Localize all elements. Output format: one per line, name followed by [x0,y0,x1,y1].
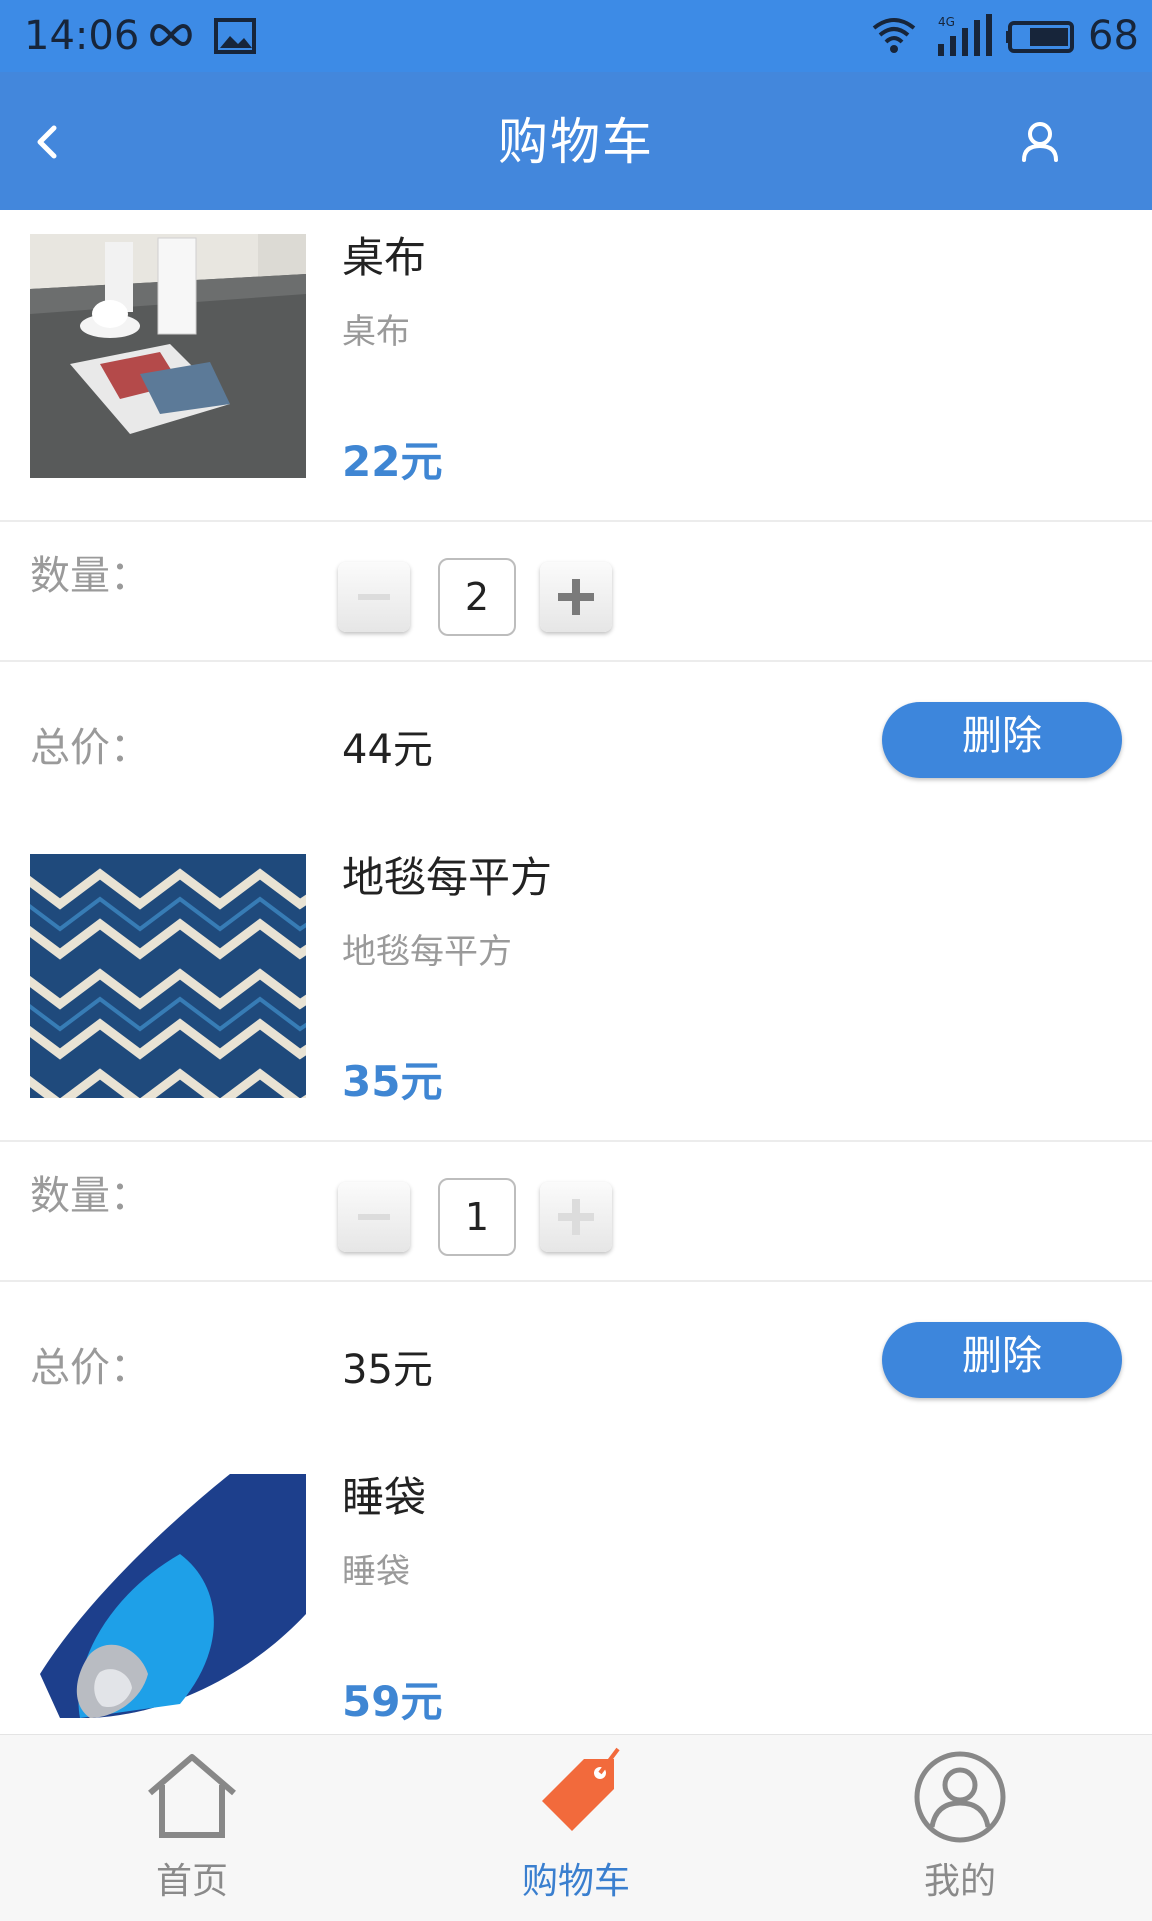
product-image-carpet [30,854,306,1098]
quantity-label: 数量： [30,1173,150,1219]
total-value: 35元 [342,1347,433,1393]
product-description: 睡袋 [342,1552,410,1592]
app-bar: 购物车 [0,72,1152,210]
increase-quantity-button[interactable] [540,562,612,632]
nav-item-home[interactable]: 首页 [0,1735,384,1921]
product-price: 22元 [342,437,443,486]
product-row[interactable]: 睡袋 睡袋 59元 [0,1450,1152,1734]
delete-button[interactable]: 删除 [882,702,1122,778]
decrease-quantity-button[interactable] [338,1182,410,1252]
battery-level: 68 [1088,13,1139,59]
product-description: 桌布 [342,312,410,352]
quantity-label: 数量： [30,553,150,599]
minus-icon [358,594,390,600]
plus-icon [558,579,594,615]
product-image-sleeping-bag [30,1474,306,1718]
plus-icon [558,1199,594,1235]
product-image-tablecloth [30,234,306,478]
price-tag-icon [542,1747,620,1831]
minus-icon [358,1214,390,1220]
product-price: 35元 [342,1057,443,1106]
total-label: 总价： [30,1345,150,1391]
increase-quantity-button[interactable] [540,1182,612,1252]
nav-label-cart: 购物车 [521,1861,630,1902]
product-name: 桌布 [342,233,427,282]
quantity-input[interactable]: 2 [438,558,516,636]
page-title: 购物车 [498,113,654,171]
product-row[interactable]: 地毯每平方 地毯每平方 35元 [0,830,1152,1142]
home-icon [148,1754,236,1838]
total-label: 总价： [30,725,150,771]
decrease-quantity-button[interactable] [338,562,410,632]
total-value: 44元 [342,727,433,773]
svg-text:4G: 4G [938,15,955,29]
nav-label-home: 首页 [155,1861,228,1902]
nav-label-profile: 我的 [923,1861,996,1902]
quantity-row: 数量： 1 [0,1142,1152,1282]
product-name: 地毯每平方 [342,853,553,902]
signal-icon: 4G [938,14,992,56]
nav-item-profile[interactable]: 我的 [768,1735,1152,1921]
image-icon [214,18,256,54]
product-price: 59元 [342,1677,443,1726]
delete-button[interactable]: 删除 [882,1322,1122,1398]
product-name: 睡袋 [342,1473,427,1522]
infinity-icon [150,23,192,47]
product-description: 地毯每平方 [342,932,512,972]
wifi-icon [872,18,916,53]
nav-item-cart[interactable]: 购物车 [384,1735,768,1921]
user-button[interactable] [1010,112,1070,172]
cart-list[interactable]: 桌布 桌布 22元 数量： 2 总价： 44元 删除 地毯每平方 地毯每平方 3… [0,210,1152,1734]
quantity-input[interactable]: 1 [438,1178,516,1256]
status-time: 14:06 [24,13,140,59]
total-row: 总价： 35元 删除 [0,1282,1152,1448]
user-icon [1022,122,1058,162]
profile-icon [914,1751,1006,1843]
quantity-row: 数量： 2 [0,522,1152,662]
total-row: 总价： 44元 删除 [0,662,1152,828]
battery-icon [1006,21,1074,53]
bottom-navigation: 首页 购物车 我的 [0,1734,1152,1921]
product-row[interactable]: 桌布 桌布 22元 [0,210,1152,522]
status-bar: 14:06 4G 68 [0,0,1152,72]
